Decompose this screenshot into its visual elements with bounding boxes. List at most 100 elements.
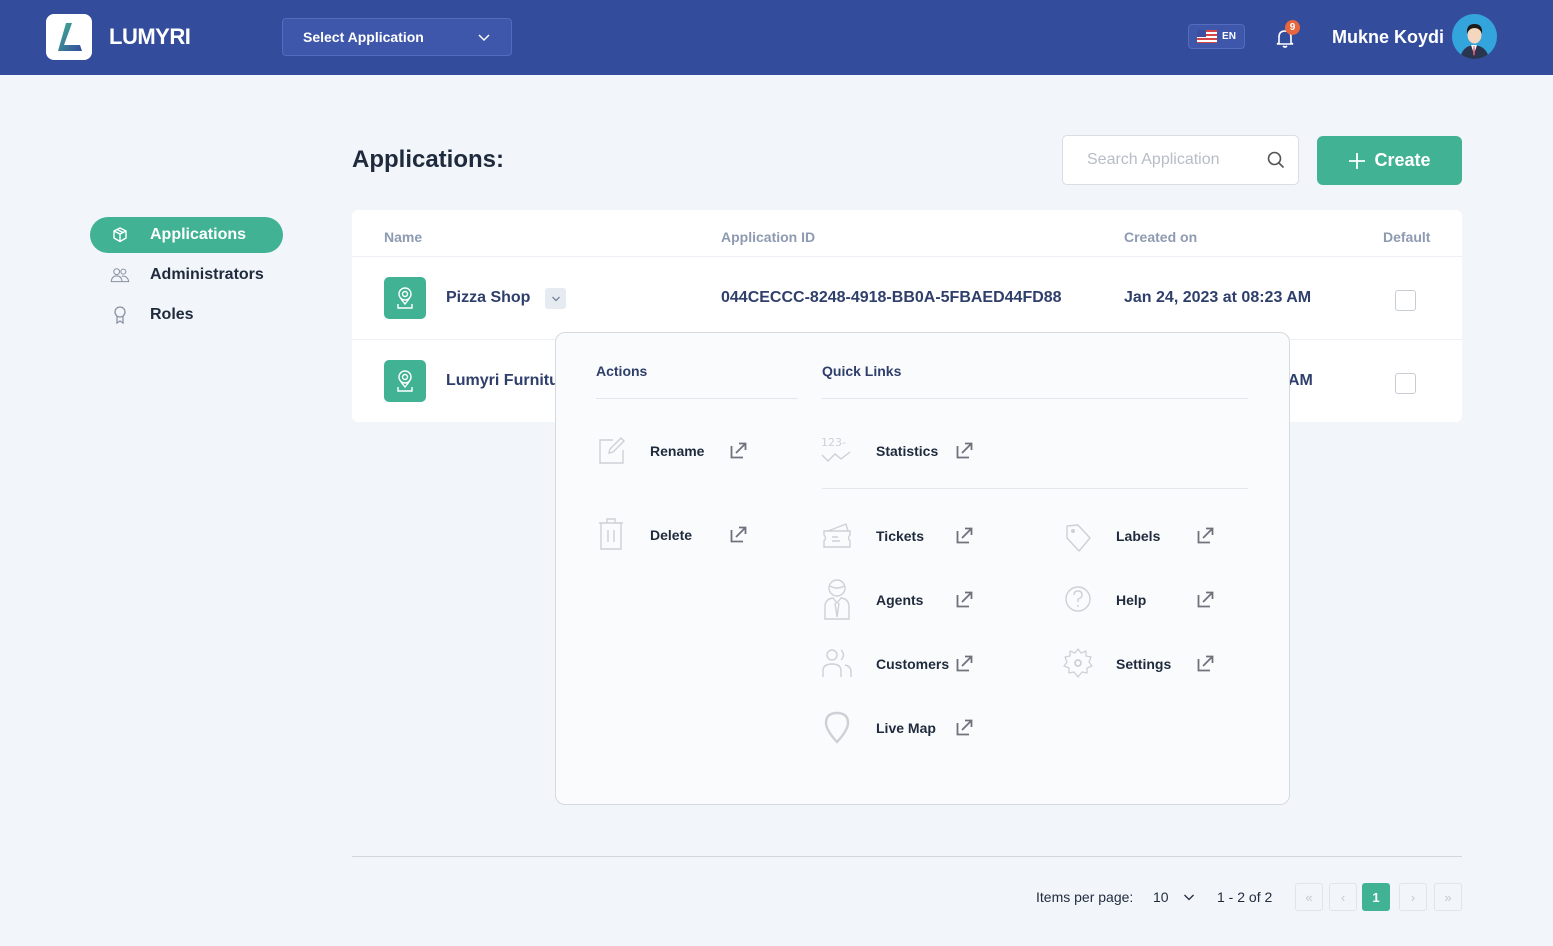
agent-icon	[820, 579, 854, 620]
default-checkbox[interactable]	[1395, 373, 1416, 394]
action-delete[interactable]: Delete	[594, 517, 747, 551]
quick-link-label: Labels	[1116, 528, 1161, 544]
search-box	[1062, 135, 1299, 185]
language-code: EN	[1222, 31, 1236, 42]
external-link-icon[interactable]	[956, 590, 974, 608]
external-link-icon[interactable]	[956, 654, 974, 672]
quick-link-settings[interactable]: Settings	[1061, 646, 1214, 680]
quick-link-help[interactable]: Help	[1061, 582, 1214, 616]
divider	[822, 488, 1248, 489]
chevron-right-icon: ›	[1410, 889, 1416, 905]
external-link-icon[interactable]	[730, 441, 748, 459]
svg-text:123-: 123-	[821, 436, 846, 449]
next-page-button[interactable]: ›	[1399, 883, 1427, 911]
page-button[interactable]: 1	[1362, 883, 1390, 911]
sidebar-item-label: Applications	[150, 226, 247, 243]
quick-link-label: Settings	[1116, 656, 1172, 672]
create-button-label: Create	[1374, 150, 1431, 170]
language-selector[interactable]: EN	[1188, 24, 1245, 49]
previous-page-button[interactable]: ‹	[1329, 883, 1357, 911]
avatar-image	[1460, 24, 1489, 59]
users-icon	[110, 265, 130, 285]
external-link-icon[interactable]	[956, 441, 974, 459]
default-checkbox[interactable]	[1395, 290, 1416, 311]
divider	[352, 256, 1462, 257]
sidebar-item-label: Administrators	[150, 266, 264, 283]
select-application-dropdown[interactable]: Select Application	[282, 18, 512, 56]
quick-link-label: Tickets	[876, 528, 924, 544]
external-link-icon[interactable]	[1197, 654, 1215, 672]
external-link-icon[interactable]	[1197, 526, 1215, 544]
external-link-icon[interactable]	[956, 526, 974, 544]
app-name[interactable]: Pizza Shop	[446, 289, 530, 307]
app-actions-dropdown: Actions Quick Links Rename Delete 123- S…	[555, 332, 1290, 805]
quick-links-title: Quick Links	[822, 363, 902, 379]
plus-icon	[1349, 152, 1366, 169]
brand-name: LUMYRI	[109, 24, 191, 49]
chevron-down-icon	[551, 296, 560, 301]
top-bar: LUMYRI Select Application EN 9 Mukne Koy…	[0, 0, 1553, 75]
customers-icon	[820, 646, 854, 680]
avatar[interactable]	[1452, 14, 1497, 59]
app-id: 044CECCC-8248-4918-BB0A-5FBAED44FD88	[721, 289, 1062, 306]
map-pin-icon	[820, 710, 854, 744]
column-header-application-id[interactable]: Application ID	[721, 229, 815, 245]
items-per-page-value: 10	[1153, 889, 1169, 905]
notification-badge: 9	[1285, 20, 1300, 35]
chevron-left-icon: ‹	[1340, 889, 1346, 905]
help-icon	[1061, 582, 1095, 616]
tag-icon	[1061, 521, 1095, 555]
sidebar-item-roles[interactable]: Roles	[90, 297, 283, 333]
quick-link-tickets[interactable]: Tickets	[820, 518, 973, 552]
search-input[interactable]	[1063, 136, 1243, 184]
logo-icon	[58, 23, 82, 51]
quick-link-statistics[interactable]: 123- Statistics	[820, 433, 973, 467]
divider	[822, 398, 1248, 399]
created-on: AM	[1288, 372, 1313, 389]
us-flag-icon	[1197, 30, 1218, 43]
sidebar-item-label: Roles	[150, 306, 194, 323]
last-page-button[interactable]: »	[1434, 883, 1462, 911]
external-link-icon[interactable]	[1197, 590, 1215, 608]
page-title: Applications:	[352, 146, 505, 173]
location-icon	[397, 370, 413, 392]
quick-link-customers[interactable]: Customers	[820, 646, 973, 680]
chevron-down-icon	[478, 34, 490, 42]
quick-link-label: Agents	[876, 592, 924, 608]
double-chevron-right-icon: »	[1444, 889, 1452, 905]
column-header-default[interactable]: Default	[1383, 229, 1430, 245]
ticket-icon	[820, 518, 854, 552]
created-on: Jan 24, 2023 at 08:23 AM	[1124, 289, 1312, 306]
select-application-label: Select Application	[303, 29, 424, 45]
settings-icon	[1061, 646, 1095, 680]
user-name[interactable]: Mukne Koydi	[1332, 27, 1444, 48]
quick-link-agents[interactable]: Agents	[820, 579, 973, 620]
cube-icon	[110, 225, 130, 245]
action-label: Delete	[650, 527, 693, 543]
actions-title: Actions	[596, 363, 648, 379]
items-per-page-select[interactable]: 10	[1153, 889, 1195, 905]
column-header-name[interactable]: Name	[384, 229, 422, 245]
sidebar-item-applications[interactable]: Applications	[90, 217, 283, 253]
create-button[interactable]: Create	[1317, 136, 1462, 185]
award-icon	[110, 305, 130, 325]
expand-row-button[interactable]	[545, 288, 566, 309]
double-chevron-left-icon: «	[1305, 889, 1313, 905]
quick-link-labels[interactable]: Labels	[1061, 521, 1214, 555]
quick-link-label: Customers	[876, 656, 950, 672]
column-header-created-on[interactable]: Created on	[1124, 229, 1197, 245]
logo[interactable]	[46, 14, 92, 60]
statistics-icon: 123-	[820, 433, 854, 467]
external-link-icon[interactable]	[956, 718, 974, 736]
chevron-down-icon	[1183, 894, 1194, 901]
action-rename[interactable]: Rename	[594, 433, 747, 467]
external-link-icon[interactable]	[730, 525, 748, 543]
search-icon[interactable]	[1266, 150, 1286, 170]
edit-icon	[594, 433, 628, 467]
first-page-button[interactable]: «	[1295, 883, 1323, 911]
trash-icon	[594, 517, 628, 551]
sidebar-item-administrators[interactable]: Administrators	[90, 257, 283, 293]
quick-link-live-map[interactable]: Live Map	[820, 710, 973, 744]
items-per-page-label: Items per page:	[1036, 889, 1134, 905]
quick-link-label: Help	[1116, 592, 1147, 608]
